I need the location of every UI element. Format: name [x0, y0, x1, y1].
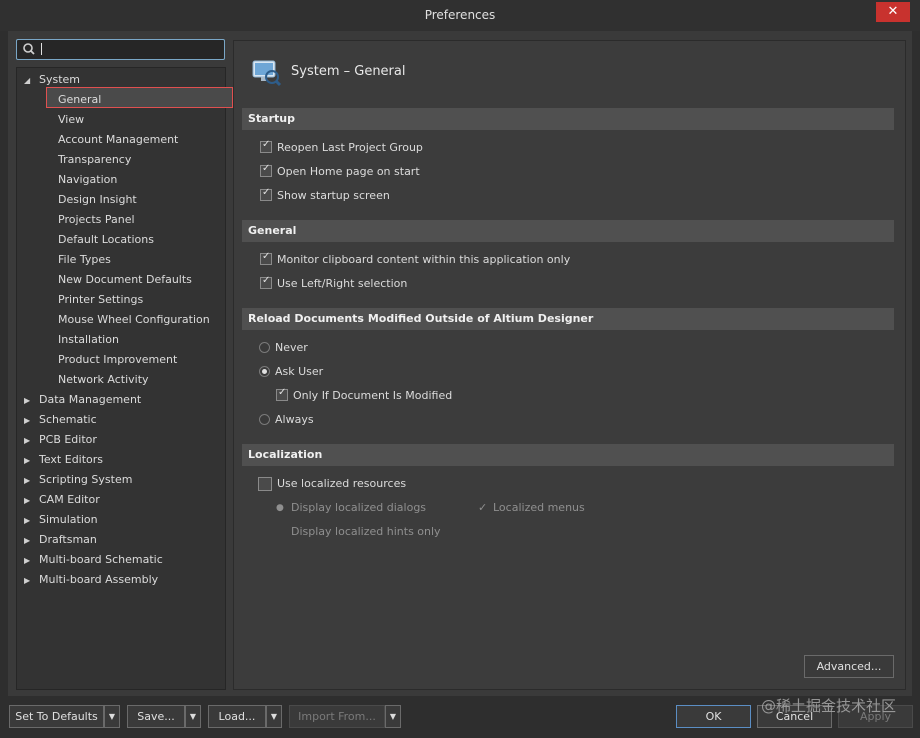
- collapsed-arrow-icon: ▶: [24, 416, 31, 425]
- tree-item-general[interactable]: General: [58, 90, 101, 110]
- tree-item-installation[interactable]: Installation: [58, 330, 119, 350]
- section-startup: Startup: [242, 108, 894, 130]
- ask-user-radio[interactable]: [259, 366, 270, 377]
- import-dropdown-icon[interactable]: ▼: [385, 705, 401, 728]
- open-home-page-checkbox[interactable]: [260, 163, 272, 177]
- tree-item-schematic[interactable]: ▶ Schematic: [24, 410, 97, 430]
- ok-button[interactable]: OK: [676, 705, 751, 728]
- tree-item-view[interactable]: View: [58, 110, 84, 130]
- page-title: System – General: [291, 64, 406, 79]
- option-label: Monitor clipboard content within this ap…: [277, 253, 571, 266]
- tree-item-label: PCB Editor: [39, 433, 97, 446]
- tree-item-label: Simulation: [39, 513, 98, 526]
- tree-item-label: Data Management: [39, 393, 142, 406]
- close-button[interactable]: ✕: [876, 2, 910, 22]
- only-if-modified-checkbox[interactable]: [276, 387, 288, 401]
- option-label: Open Home page on start: [277, 165, 420, 178]
- system-settings-icon: [252, 60, 282, 87]
- display-localized-dialogs-option: Display localized dialogs: [291, 501, 427, 514]
- reopen-last-project-group-checkbox[interactable]: [260, 139, 272, 153]
- tree-item-multi-board-assembly[interactable]: ▶ Multi-board Assembly: [24, 570, 158, 590]
- collapsed-arrow-icon: ▶: [24, 456, 31, 465]
- set-to-defaults-button[interactable]: Set To Defaults: [9, 705, 104, 728]
- collapsed-arrow-icon: ▶: [24, 396, 31, 405]
- search-input[interactable]: [16, 39, 225, 60]
- section-reload-documents: Reload Documents Modified Outside of Alt…: [242, 308, 894, 330]
- option-label: Use Left/Right selection: [277, 277, 408, 290]
- disabled-check-icon: ✓: [478, 501, 488, 514]
- tree-item-projects-panel[interactable]: Projects Panel: [58, 210, 135, 230]
- collapsed-arrow-icon: ▶: [24, 496, 31, 505]
- show-startup-screen-checkbox[interactable]: [260, 187, 272, 201]
- option-label: Never: [275, 341, 308, 354]
- option-label: Always: [275, 413, 314, 426]
- tree-item-system[interactable]: ◢ System: [24, 70, 80, 90]
- tree-item-label: System: [39, 73, 81, 86]
- import-from-button[interactable]: Import From...: [289, 705, 385, 728]
- tree-item-network-activity[interactable]: Network Activity: [58, 370, 149, 390]
- tree-item-default-locations[interactable]: Default Locations: [58, 230, 154, 250]
- advanced-button[interactable]: Advanced...: [804, 655, 894, 678]
- tree-item-text-editors[interactable]: ▶ Text Editors: [24, 450, 103, 470]
- tree-item-printer-settings[interactable]: Printer Settings: [58, 290, 143, 310]
- localized-menus-option: Localized menus: [493, 501, 585, 514]
- tree-item-label: Schematic: [39, 413, 97, 426]
- tree-item-pcb-editor[interactable]: ▶ PCB Editor: [24, 430, 97, 450]
- collapsed-arrow-icon: ▶: [24, 436, 31, 445]
- tree-item-mouse-wheel-configuration[interactable]: Mouse Wheel Configuration: [58, 310, 210, 330]
- tree-item-product-improvement[interactable]: Product Improvement: [58, 350, 177, 370]
- tree-item-label: Multi-board Schematic: [39, 553, 163, 566]
- window-title: Preferences: [424, 8, 496, 22]
- collapsed-arrow-icon: ▶: [24, 536, 31, 545]
- load-button[interactable]: Load...: [208, 705, 266, 728]
- tree-item-draftsman[interactable]: ▶ Draftsman: [24, 530, 97, 550]
- save-button[interactable]: Save...: [127, 705, 185, 728]
- tree-item-scripting-system[interactable]: ▶ Scripting System: [24, 470, 132, 490]
- collapsed-arrow-icon: ▶: [24, 516, 31, 525]
- tree-item-new-document-defaults[interactable]: New Document Defaults: [58, 270, 192, 290]
- text-caret: [41, 43, 42, 55]
- tree-item-design-insight[interactable]: Design Insight: [58, 190, 137, 210]
- section-localization: Localization: [242, 444, 894, 466]
- collapsed-arrow-icon: ▶: [24, 576, 31, 585]
- display-localized-hints-option: Display localized hints only: [291, 525, 441, 538]
- save-dropdown-icon[interactable]: ▼: [185, 705, 201, 728]
- left-right-selection-checkbox[interactable]: [260, 275, 272, 289]
- tree-item-label: Text Editors: [39, 453, 104, 466]
- option-label: Show startup screen: [277, 189, 390, 202]
- option-label: Reopen Last Project Group: [277, 141, 423, 154]
- tree-item-label: Scripting System: [39, 473, 133, 486]
- always-radio[interactable]: [259, 414, 270, 425]
- search-icon: [23, 43, 35, 55]
- title-bar: Preferences ✕: [0, 0, 920, 31]
- expanded-arrow-icon: ◢: [24, 76, 31, 85]
- watermark: @稀土掘金技术社区: [760, 697, 896, 715]
- load-dropdown-icon[interactable]: ▼: [266, 705, 282, 728]
- collapsed-arrow-icon: ▶: [24, 476, 31, 485]
- tree-item-data-management[interactable]: ▶ Data Management: [24, 390, 141, 410]
- set-to-defaults-dropdown-icon[interactable]: ▼: [104, 705, 120, 728]
- settings-panel: [233, 40, 906, 690]
- tree-item-simulation[interactable]: ▶ Simulation: [24, 510, 98, 530]
- tree-item-multi-board-schematic[interactable]: ▶ Multi-board Schematic: [24, 550, 163, 570]
- section-general: General: [242, 220, 894, 242]
- tree-item-account-management[interactable]: Account Management: [58, 130, 178, 150]
- never-radio[interactable]: [259, 342, 270, 353]
- monitor-clipboard-checkbox[interactable]: [260, 251, 272, 265]
- tree-item-cam-editor[interactable]: ▶ CAM Editor: [24, 490, 100, 510]
- tree-item-label: CAM Editor: [39, 493, 100, 506]
- option-label: Ask User: [275, 365, 324, 378]
- collapsed-arrow-icon: ▶: [24, 556, 31, 565]
- option-label: Use localized resources: [277, 477, 407, 490]
- tree-item-label: Multi-board Assembly: [39, 573, 159, 586]
- tree-item-file-types[interactable]: File Types: [58, 250, 111, 270]
- use-localized-resources-checkbox[interactable]: [258, 477, 272, 491]
- option-label: Only If Document Is Modified: [293, 389, 453, 402]
- tree-item-navigation[interactable]: Navigation: [58, 170, 117, 190]
- tree-item-transparency[interactable]: Transparency: [58, 150, 131, 170]
- tree-item-label: Draftsman: [39, 533, 97, 546]
- disabled-radio-dot-icon: ●: [276, 503, 284, 513]
